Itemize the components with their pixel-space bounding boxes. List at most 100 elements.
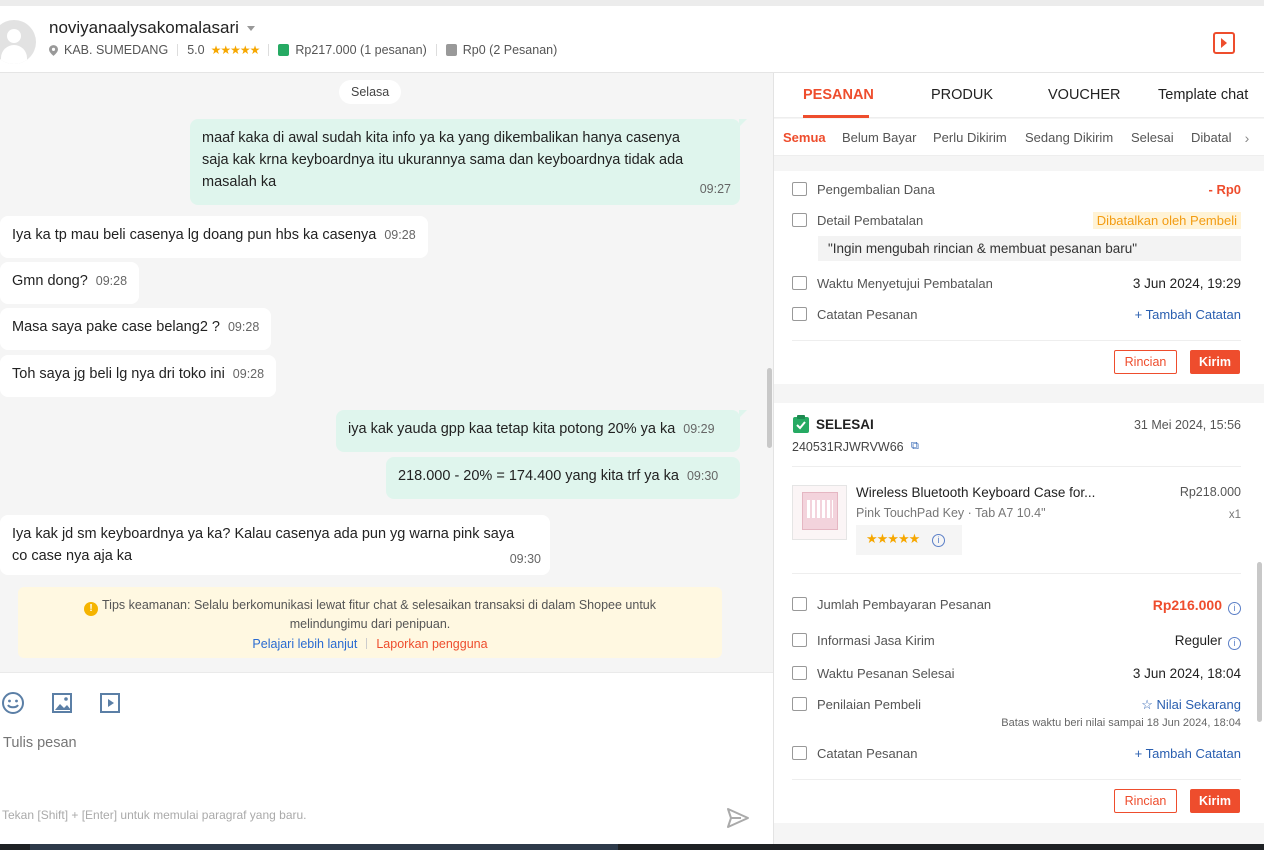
rate-now-link[interactable]: ☆ Nilai Sekarang [1141,697,1241,713]
tab-template-chat[interactable]: Template chat [1158,87,1248,103]
product-price: Rp218.000 [1179,485,1241,499]
message-incoming: Iya ka tp mau beli casenya lg doang pun … [0,216,428,258]
avatar[interactable] [0,20,36,64]
review-label: Penilaian Pembeli [817,697,922,712]
review-row: Penilaian Pembeli ☆ Nilai Sekarang [792,697,1241,712]
location-pin-icon [49,44,58,56]
message-text: Iya ka tp mau beli casenya lg doang pun … [12,227,377,243]
calendar-icon [792,276,807,290]
product-variant: Pink TouchPad Key · Tab A7 10.4" [856,506,1046,520]
shipping-value: Reguler [1174,633,1222,648]
product-rating-stars: ★★★★★ [866,531,920,546]
exit-panel-icon[interactable] [1213,32,1235,54]
message-time: 09:30 [509,552,541,566]
message-incoming: Masa saya pake case belang2 ? 09:28 [0,308,272,350]
add-note-link[interactable]: + Tambah Catatan [1135,746,1241,761]
subtab-belum-bayar[interactable]: Belum Bayar [842,130,916,145]
detail-button[interactable]: Rincian [1114,789,1177,813]
message-outgoing: maaf kaka di awal sudah kita info ya ka … [190,119,747,205]
video-icon[interactable] [99,692,121,714]
info-icon[interactable]: i [932,534,945,547]
message-text: maaf kaka di awal sudah kita info ya ka … [202,130,684,190]
chat-header: noviyanaalysakomalasari KAB. SUMEDANG 5.… [0,6,1264,73]
info-icon[interactable]: i [1228,637,1241,650]
message-input[interactable] [3,735,703,751]
paid-order-icon [278,44,290,56]
truck-icon [792,633,807,647]
approve-label: Waktu Menyetujui Pembatalan [817,276,993,291]
tab-underline [803,115,869,118]
detail-button[interactable]: Rincian [1114,350,1177,374]
message-incoming: Gmn dong? 09:28 [0,262,140,304]
note-label: Catatan Pesanan [817,746,918,761]
tab-pesanan[interactable]: PESANAN [803,87,874,103]
wallet-icon [792,182,807,196]
order-card-completed: SELESAI 31 Mei 2024, 15:56 240531RJWRVW6… [774,403,1264,823]
note-icon [792,307,807,321]
product-rating-box: ★★★★★ i [856,525,962,555]
approve-value: 3 Jun 2024, 19:29 [1132,276,1241,291]
emoji-icon[interactable] [2,692,24,714]
order-panel: PESANAN PRODUK VOUCHER Template chat Sem… [773,73,1264,844]
document-cancel-icon [792,213,807,227]
note-icon [792,746,807,760]
order-id[interactable]: 240531RJWRVW66 [792,440,904,454]
review-deadline: Batas waktu beri nilai sampai 18 Jun 202… [1001,717,1241,729]
message-time: 09:30 [686,469,719,483]
completed-time-value: 3 Jun 2024, 18:04 [1132,666,1241,681]
add-note-link[interactable]: + Tambah Catatan [1135,307,1241,322]
send-order-button[interactable]: Kirim [1190,789,1240,813]
message-time: 09:27 [699,182,731,196]
payment-row: Jumlah Pembayaran Pesanan Rp216.000 i [792,597,1241,615]
rating-stars: ★★★★★ [210,43,261,57]
unpaid-total: Rp0 [462,43,486,57]
product-thumbnail[interactable] [792,485,847,540]
username-text: noviyanaalysakomalasari [49,18,239,37]
message-text: iya kak yauda gpp kaa tetap kita potong … [348,421,676,437]
tab-voucher[interactable]: VOUCHER [1048,87,1121,103]
chevron-down-icon[interactable] [246,26,255,32]
message-composer: Tekan [Shift] + [Enter] untuk memulai pa… [0,672,773,844]
send-order-button[interactable]: Kirim [1190,350,1240,374]
send-icon[interactable] [726,807,750,829]
tips-text: Tips keamanan: Selalu berkomunikasi lewa… [102,598,656,612]
panel-scrollbar[interactable] [1257,562,1262,722]
subtab-sedang-dikirim[interactable]: Sedang Dikirim [1025,130,1113,145]
cancel-detail-row: Detail Pembatalan Dibatalkan oleh Pembeli [792,212,1241,229]
subtab-selesai[interactable]: Selesai [1131,130,1174,145]
chat-scrollbar[interactable] [767,368,772,448]
cancel-label: Detail Pembatalan [817,213,924,228]
product-name[interactable]: Wireless Bluetooth Keyboard Case for... [856,485,1095,500]
panel-tabs: PESANAN PRODUK VOUCHER Template chat [774,73,1264,118]
message-time: 09:28 [384,228,416,242]
username[interactable]: noviyanaalysakomalasari [49,18,255,38]
cancel-status-badge: Dibatalkan oleh Pembeli [1092,212,1241,229]
message-text: Gmn dong? [12,273,88,289]
report-user-link[interactable]: Laporkan pengguna [376,637,487,651]
unpaid-order-icon [445,44,457,56]
paid-total: Rp217.000 [295,43,357,57]
copy-link-icon[interactable]: ⧉ [911,440,919,453]
message-outgoing: 218.000 - 20% = 174.400 yang kita trf ya… [386,457,740,499]
chevron-right-icon[interactable]: › [1232,124,1262,152]
completed-time-row: Waktu Pesanan Selesai 3 Jun 2024, 18:04 [792,666,1241,681]
tab-produk[interactable]: PRODUK [931,87,993,103]
approve-time-row: Waktu Menyetujui Pembatalan 3 Jun 2024, 1… [792,276,1241,291]
calendar-check-icon [792,666,807,680]
cancel-reason: "Ingin mengubah rincian & membuat pesana… [818,236,1241,261]
unpaid-count: (2 Pesanan) [489,43,558,57]
payment-value: Rp216.000 [1152,597,1222,613]
order-card-cancelled: Pengembalian Dana - Rp0 Detail Pembatalan… [774,171,1264,384]
day-separator: Selasa [339,80,402,104]
note-label: Catatan Pesanan [817,307,918,322]
subtab-perlu-dikirim[interactable]: Perlu Dikirim [933,130,1007,145]
buyer-meta: KAB. SUMEDANG 5.0 ★★★★★ Rp217.000 (1 pes… [49,43,557,57]
learn-more-link[interactable]: Pelajari lebih lanjut [252,637,357,651]
info-icon[interactable]: i [1228,602,1241,615]
image-icon[interactable] [51,692,73,714]
product-qty: x1 [1228,509,1241,521]
message-outgoing: iya kak yauda gpp kaa tetap kita potong … [336,410,747,452]
warning-icon: ! [84,602,98,616]
composer-hint: Tekan [Shift] + [Enter] untuk memulai pa… [2,808,307,822]
subtab-semua[interactable]: Semua [783,130,826,145]
